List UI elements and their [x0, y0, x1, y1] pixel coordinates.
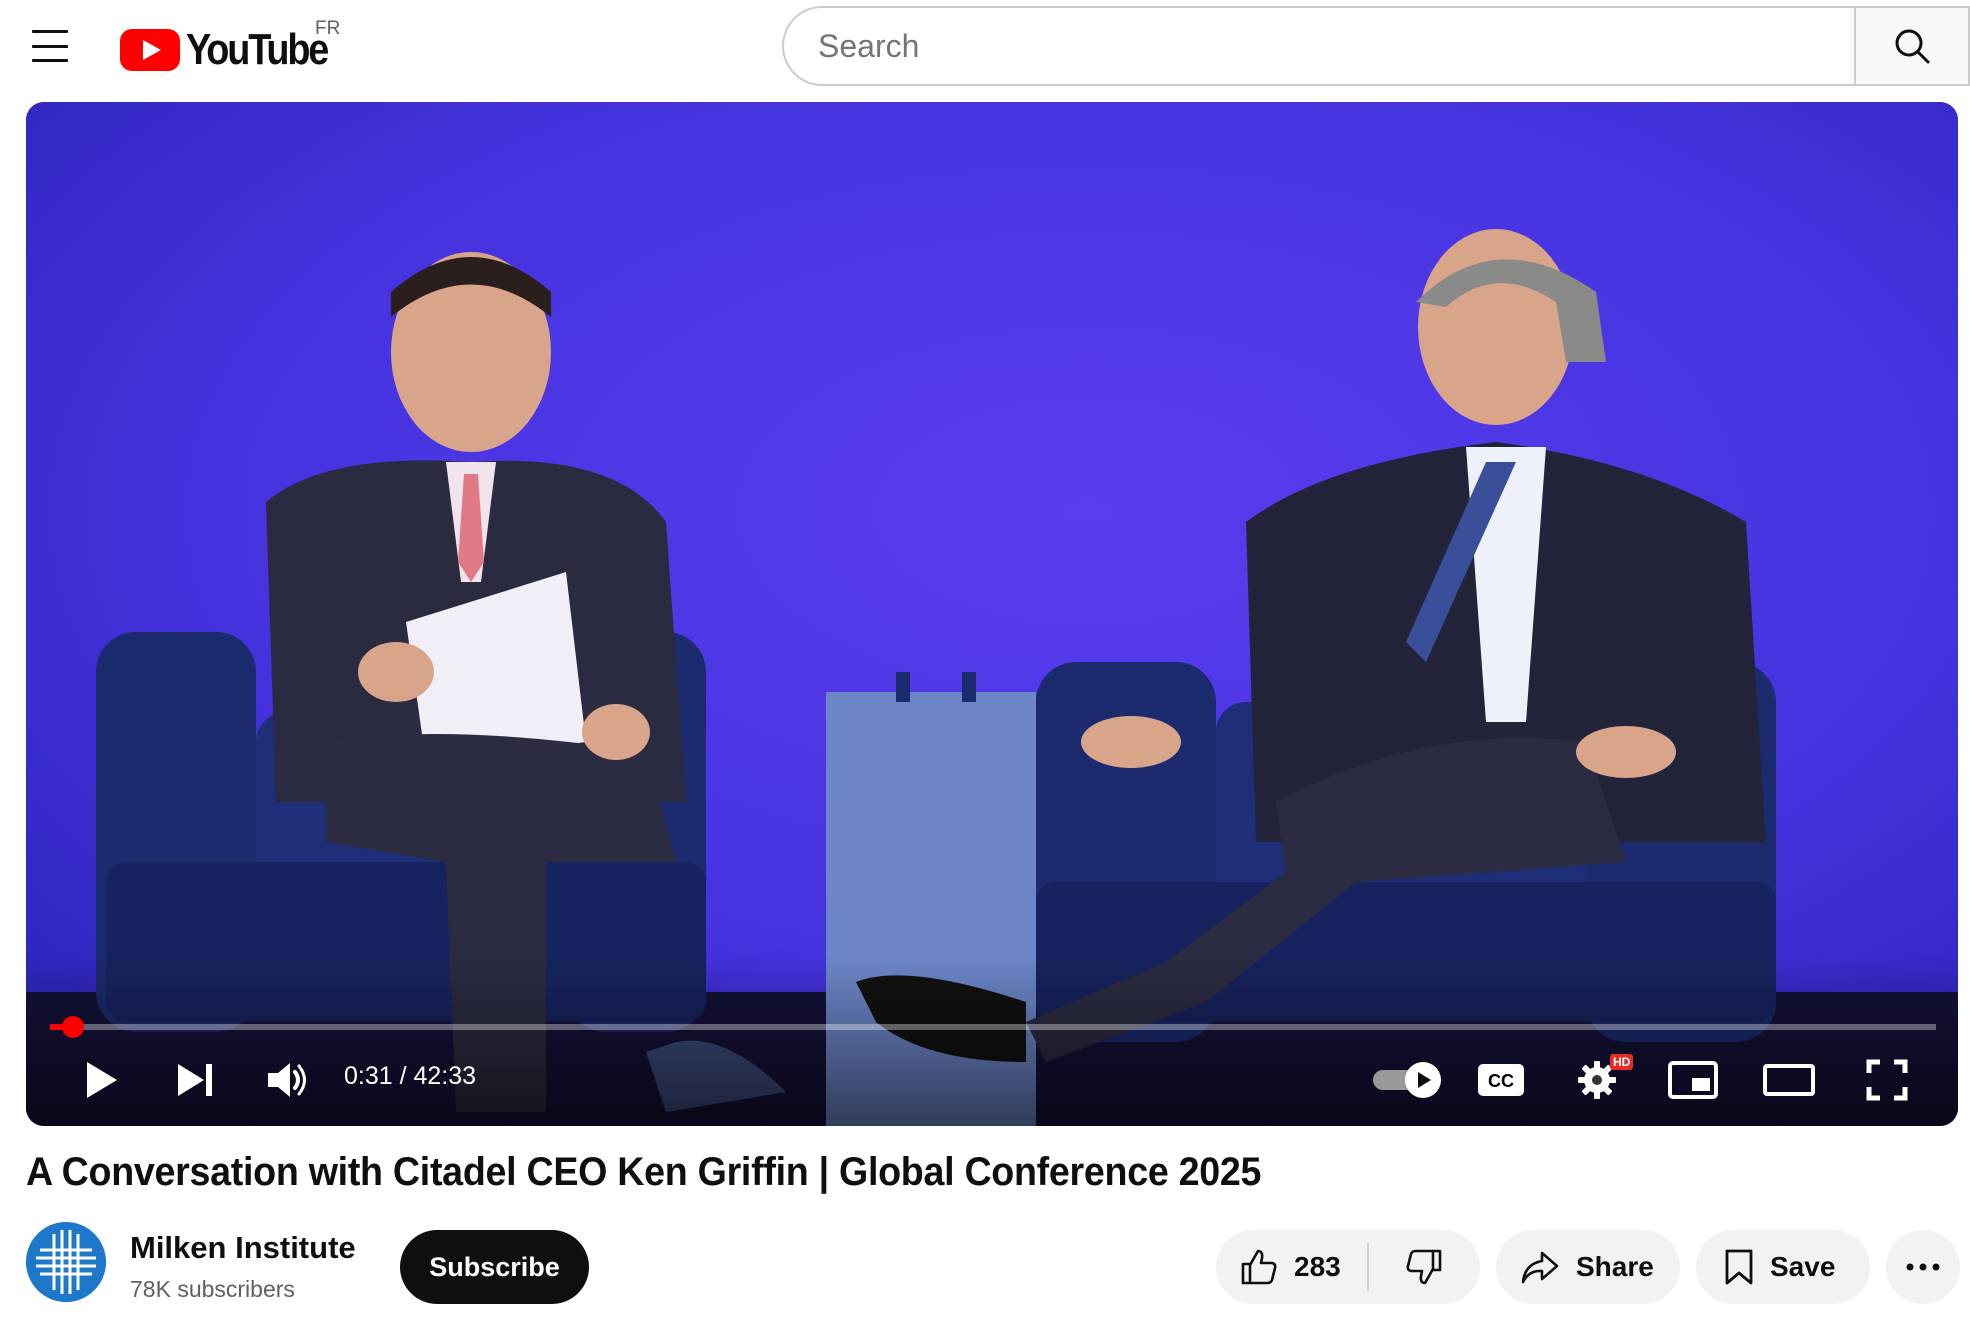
search-button[interactable]: [1854, 6, 1970, 86]
progress-scrubber[interactable]: [61, 1016, 84, 1038]
hamburger-menu-icon[interactable]: [24, 24, 76, 68]
theater-mode-icon: [1763, 1064, 1815, 1096]
mute-button[interactable]: [258, 1050, 318, 1110]
share-label: Share: [1576, 1251, 1654, 1282]
thumbs-up-icon: [1241, 1249, 1277, 1285]
volume-icon: [268, 1063, 306, 1097]
like-count: 283: [1294, 1251, 1341, 1282]
share-button[interactable]: Share: [1496, 1230, 1680, 1304]
search-icon: [1895, 29, 1930, 64]
like-button[interactable]: 283: [1216, 1243, 1369, 1291]
video-title: A Conversation with Citadel CEO Ken Grif…: [26, 1150, 1262, 1194]
fullscreen-icon: [1866, 1059, 1908, 1101]
time-display: 0:31 / 42:33: [344, 1062, 477, 1090]
autoplay-toggle[interactable]: [1368, 1050, 1448, 1110]
theater-mode-button[interactable]: [1754, 1050, 1824, 1110]
bookmark-icon: [1725, 1249, 1753, 1285]
fullscreen-button[interactable]: [1852, 1050, 1922, 1110]
country-code: FR: [315, 18, 341, 39]
hd-badge: HD: [1610, 1054, 1634, 1070]
channel-name[interactable]: Milken Institute: [130, 1230, 356, 1266]
share-icon: [1521, 1251, 1559, 1284]
play-button[interactable]: [72, 1050, 132, 1110]
search-input[interactable]: [782, 6, 1854, 86]
miniplayer-button[interactable]: [1658, 1050, 1728, 1110]
play-icon: [87, 1062, 117, 1098]
youtube-play-logo-icon: [120, 29, 180, 71]
next-video-button[interactable]: [166, 1050, 226, 1110]
miniplayer-icon: [1668, 1061, 1718, 1099]
subtitles-button[interactable]: CC: [1466, 1050, 1536, 1110]
logo-wordmark: YouTube: [186, 25, 329, 74]
channel-avatar[interactable]: [26, 1222, 106, 1302]
save-button[interactable]: Save: [1696, 1230, 1870, 1304]
autoplay-toggle-icon: [1373, 1062, 1441, 1098]
save-label: Save: [1770, 1251, 1836, 1282]
thumbs-down-icon: [1406, 1249, 1442, 1285]
subscribe-button[interactable]: Subscribe: [400, 1230, 589, 1304]
progress-bar[interactable]: [50, 1016, 1936, 1038]
milken-institute-logo-icon: [26, 1222, 106, 1302]
closed-captions-icon: CC: [1478, 1064, 1524, 1096]
top-bar: YouTube FR: [0, 0, 1970, 100]
more-horizontal-icon: [1906, 1263, 1940, 1271]
subscriber-count: 78K subscribers: [130, 1276, 295, 1302]
dislike-button[interactable]: [1369, 1230, 1480, 1304]
more-actions-button[interactable]: [1886, 1230, 1960, 1304]
video-player[interactable]: 0:31 / 42:33 CC HD: [26, 102, 1958, 1126]
svg-text:CC: CC: [1488, 1071, 1514, 1091]
search-bar: [782, 6, 1970, 86]
like-dislike-group: 283: [1216, 1230, 1480, 1304]
skip-next-icon: [178, 1064, 212, 1096]
